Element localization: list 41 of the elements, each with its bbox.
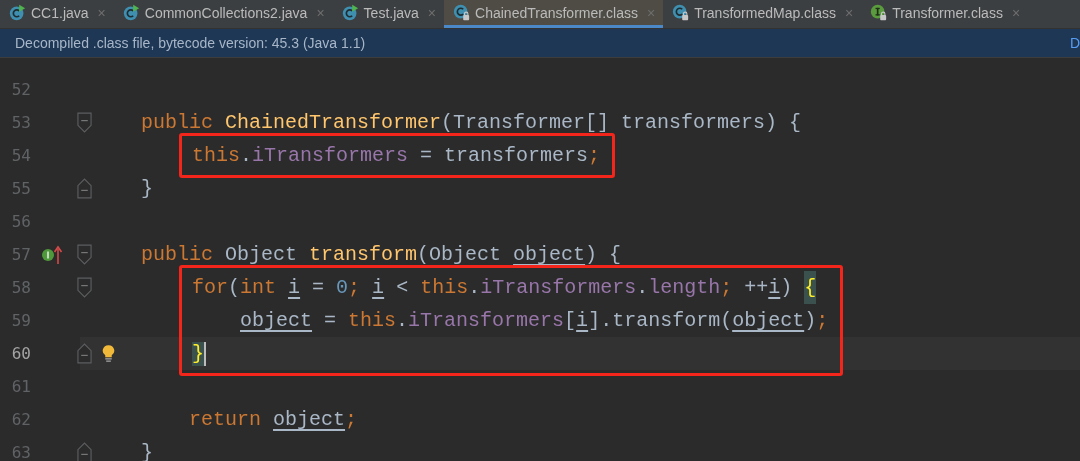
code-line: } — [141, 176, 153, 202]
code-line: public ChainedTransformer(Transformer[] transformers) { — [141, 110, 802, 136]
fold-icon[interactable] — [76, 277, 92, 298]
code-line: this.iTransformers = transformers; — [192, 143, 601, 169]
editor-tab[interactable]: Test.java × — [332, 0, 445, 28]
line-number: 63 — [10, 443, 31, 461]
editor-tab[interactable]: CommonCollections2.java × — [113, 0, 333, 28]
implements-icon[interactable] — [40, 244, 63, 265]
line-number: 58 — [10, 278, 31, 297]
locked-interface-icon — [870, 4, 888, 21]
fold-end-icon[interactable] — [76, 343, 92, 364]
line-number: 61 — [10, 377, 31, 396]
locked-class-icon — [672, 4, 690, 21]
line-number: 52 — [10, 80, 31, 99]
code-line: for(int i = 0; i < this.iTransformers.length; ++i) { — [192, 271, 817, 304]
class-run-icon — [122, 4, 140, 21]
line-number: 60 — [10, 344, 31, 363]
line-number: 53 — [10, 113, 31, 132]
fold-end-icon[interactable] — [76, 442, 92, 461]
editor-tab[interactable]: ChainedTransformer.class × — [444, 0, 664, 28]
line-number: 55 — [10, 179, 31, 198]
editor-tab[interactable]: CC1.java × — [0, 0, 114, 28]
class-run-icon — [341, 4, 359, 21]
fold-icon[interactable] — [76, 244, 92, 265]
line-number: 59 — [10, 311, 31, 330]
editor-tab[interactable]: TransformedMap.class × — [663, 0, 862, 28]
locked-class-icon — [453, 4, 471, 21]
class-run-icon — [9, 4, 26, 21]
code-line: return object; — [189, 407, 358, 433]
line-number: 62 — [10, 410, 31, 429]
fold-icon[interactable] — [76, 112, 92, 133]
banner-text: Decompiled .class file, bytecode version: 45.3 (Java 1.1) — [15, 35, 366, 51]
code-line: public Object transform(Object object) { — [141, 242, 622, 268]
editor-tab[interactable]: Transformer.class × — [861, 0, 1029, 28]
line-number: 56 — [10, 212, 31, 231]
code-line: object = this.iTransformers[i].transform(object); — [240, 308, 829, 334]
banner-link[interactable]: D — [1069, 35, 1080, 51]
lightbulb-icon[interactable] — [101, 344, 115, 363]
line-number: 57 — [10, 245, 31, 264]
fold-end-icon[interactable] — [76, 178, 92, 199]
line-number: 54 — [10, 146, 31, 165]
